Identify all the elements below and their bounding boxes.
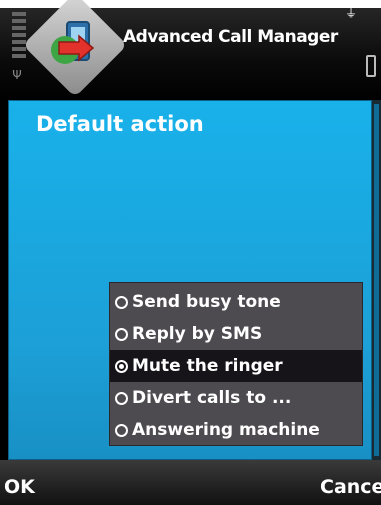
radio-unchecked-icon[interactable] — [115, 295, 128, 309]
option-label: Divert calls to ... — [132, 388, 292, 408]
ok-softkey[interactable]: OK — [4, 476, 35, 498]
charging-icon: ⏚ — [344, 6, 357, 20]
option-label: Answering machine — [132, 420, 320, 440]
option-reply-by-sms[interactable]: Reply by SMS — [110, 318, 362, 350]
option-label: Send busy tone — [132, 292, 281, 312]
scrollbar[interactable] — [372, 100, 381, 460]
option-divert-calls[interactable]: Divert calls to ... — [110, 382, 362, 414]
status-strip — [0, 0, 381, 8]
app-logo-icon — [51, 21, 95, 64]
radio-unchecked-icon[interactable] — [115, 391, 128, 405]
option-label: Reply by SMS — [132, 324, 263, 344]
option-answering-machine[interactable]: Answering machine — [110, 414, 362, 446]
default-action-list: Send busy tone Reply by SMS Mute the rin… — [109, 282, 363, 446]
page-title: Default action — [36, 112, 204, 136]
radio-unchecked-icon[interactable] — [115, 423, 128, 437]
radio-checked-icon[interactable] — [115, 359, 128, 373]
option-send-busy-tone[interactable]: Send busy tone — [110, 286, 362, 318]
app-title: Advanced Call Manager — [123, 27, 338, 47]
battery-icon — [366, 55, 376, 77]
option-label: Mute the ringer — [132, 356, 283, 376]
option-mute-the-ringer[interactable]: Mute the ringer — [110, 350, 362, 382]
antenna-icon: Ψ — [12, 68, 22, 82]
signal-strength-icon — [12, 12, 26, 61]
cancel-softkey[interactable]: Cancel — [320, 476, 381, 498]
radio-unchecked-icon[interactable] — [115, 327, 128, 341]
